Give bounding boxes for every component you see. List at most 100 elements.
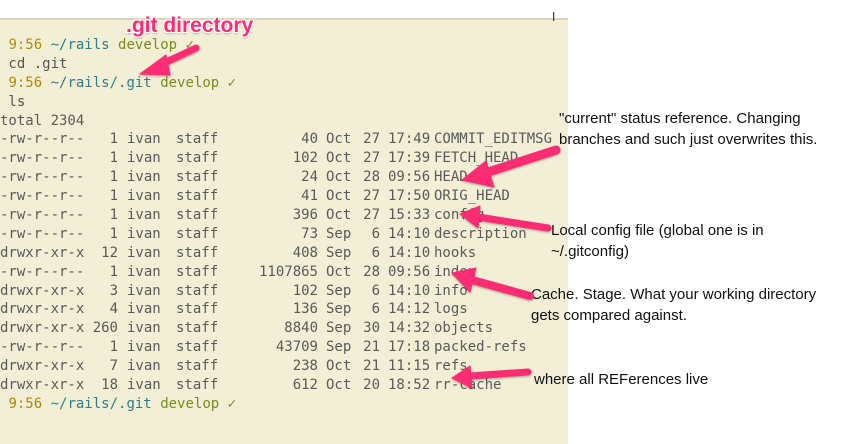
- file-day: 21: [363, 358, 380, 375]
- file-day: 27: [363, 207, 380, 224]
- file-permissions: -rw-r--r--: [0, 188, 85, 205]
- file-group: staff: [176, 263, 219, 280]
- note-current-status: "current" status reference. Changing bra…: [559, 110, 818, 148]
- listing-row: -rw-r--r-- 1 ivan staff 41 Oct 27 17:50 ORIG_HEA…: [0, 187, 552, 206]
- file-size: 136: [292, 301, 318, 318]
- file-time: 11:15: [388, 358, 431, 375]
- prompt-check-icon: ✓: [227, 74, 237, 91]
- file-group: staff: [176, 169, 219, 186]
- file-owner: ivan: [127, 169, 161, 186]
- prompt-branch: develop: [118, 37, 178, 53]
- file-month: Sep: [326, 244, 352, 261]
- file-day: 27: [363, 188, 380, 205]
- file-size: 43709: [275, 339, 318, 356]
- file-time: 14:10: [388, 225, 431, 242]
- file-size: 238: [292, 358, 318, 375]
- listing-row: drwxr-xr-x 4 ivan staff 136 Sep 6 14:12 logs: [0, 300, 552, 319]
- file-size: 8840: [284, 320, 318, 337]
- file-group: staff: [176, 320, 219, 337]
- file-group: staff: [176, 150, 219, 167]
- file-size: 102: [292, 150, 318, 167]
- file-permissions: -rw-r--r--: [0, 131, 85, 148]
- prompt-indent: [0, 395, 8, 414]
- file-time: 14:32: [388, 320, 431, 337]
- listing-row: drwxr-xr-x 3 ivan staff 102 Sep 6 14:10 info: [0, 282, 552, 301]
- file-name: hooks: [434, 244, 477, 261]
- file-owner: ivan: [127, 244, 161, 261]
- file-time: 17:49: [388, 131, 431, 148]
- file-day: 6: [371, 282, 380, 299]
- terminal-output: 9:56 ~/rails develop ✓ cd .git 9:56 ~/ra…: [0, 36, 552, 414]
- file-month: Oct: [326, 150, 352, 167]
- listing-row: -rw-r--r-- 1 ivan staff 43709 Sep 21 17:18 packe…: [0, 338, 552, 357]
- terminal-window[interactable]: 9:56 ~/rails develop ✓ cd .git 9:56 ~/ra…: [0, 18, 568, 444]
- prompt-line: 9:56 ~/rails develop ✓: [0, 36, 552, 55]
- file-name: description: [434, 225, 527, 242]
- file-links: 12: [101, 244, 118, 261]
- output-line: total 2304: [0, 112, 552, 131]
- listing-row: drwxr-xr-x 260 ivan staff 8840 Sep 30 14:32 obje…: [0, 319, 552, 338]
- file-month: Sep: [326, 282, 352, 299]
- file-name: FETCH_HEAD: [434, 150, 519, 167]
- file-permissions: -rw-r--r--: [0, 169, 85, 186]
- note-local-config: Local config file (global one is in ~/.g…: [551, 222, 764, 260]
- file-day: 27: [363, 150, 380, 167]
- file-permissions: drwxr-xr-x: [0, 244, 85, 261]
- command-line: ls: [0, 93, 552, 112]
- file-owner: ivan: [127, 150, 161, 167]
- file-month: Sep: [326, 301, 352, 318]
- file-size: 73: [301, 225, 318, 242]
- file-links: 1: [109, 188, 118, 205]
- file-group: staff: [176, 244, 219, 261]
- file-size: 408: [292, 244, 318, 261]
- file-links: 1: [109, 225, 118, 242]
- file-name: packed-refs: [434, 339, 527, 356]
- file-time: 15:33: [388, 207, 431, 224]
- file-permissions: drwxr-xr-x: [0, 282, 85, 299]
- file-time: 14:10: [388, 282, 431, 299]
- file-time: 09:56: [388, 169, 431, 186]
- file-day: 28: [363, 169, 380, 186]
- file-links: 1: [109, 150, 118, 167]
- file-links: 1: [109, 263, 118, 280]
- terminal-top-border: [0, 18, 568, 20]
- file-group: staff: [176, 339, 219, 356]
- file-owner: ivan: [127, 358, 161, 375]
- listing-row: drwxr-xr-x 7 ivan staff 238 Oct 21 11:15 refs: [0, 357, 552, 376]
- file-month: Oct: [326, 377, 352, 394]
- file-month: Sep: [326, 320, 352, 337]
- file-day: 30: [363, 320, 380, 337]
- listing-row: drwxr-xr-x 12 ivan staff 408 Sep 6 14:10 hooks: [0, 244, 552, 263]
- file-links: 260: [92, 320, 118, 337]
- file-links: 7: [109, 358, 118, 375]
- file-permissions: -rw-r--r--: [0, 225, 85, 242]
- file-time: 18:52: [388, 377, 431, 394]
- file-name: ORIG_HEAD: [434, 188, 510, 205]
- file-day: 20: [363, 377, 380, 394]
- file-permissions: drwxr-xr-x: [0, 320, 85, 337]
- file-name: COMMIT_EDITMSG: [434, 131, 553, 148]
- file-time: 14:12: [388, 301, 431, 318]
- file-owner: ivan: [127, 263, 161, 280]
- file-links: 1: [109, 207, 118, 224]
- listing-row: -rw-r--r-- 1 ivan staff 24 Oct 28 09:56 HEAD: [0, 168, 552, 187]
- file-links: 4: [109, 301, 118, 318]
- file-group: staff: [176, 377, 219, 394]
- prompt-time: 9:56: [8, 74, 43, 91]
- file-month: Oct: [326, 263, 352, 280]
- prompt-time: 9:56: [8, 37, 43, 53]
- note-references: where all REFerences live: [534, 371, 709, 388]
- file-day: 6: [371, 301, 380, 318]
- file-links: 3: [109, 282, 118, 299]
- file-day: 6: [371, 225, 380, 242]
- file-time: 17:39: [388, 150, 431, 167]
- listing-row: -rw-r--r-- 1 ivan staff 73 Sep 6 14:10 descripti…: [0, 225, 552, 244]
- file-size: 1107865: [258, 263, 318, 280]
- output-text: total 2304: [0, 112, 85, 129]
- prompt-check-icon: ✓: [185, 37, 194, 53]
- file-name: refs: [434, 358, 468, 375]
- file-owner: ivan: [127, 339, 161, 356]
